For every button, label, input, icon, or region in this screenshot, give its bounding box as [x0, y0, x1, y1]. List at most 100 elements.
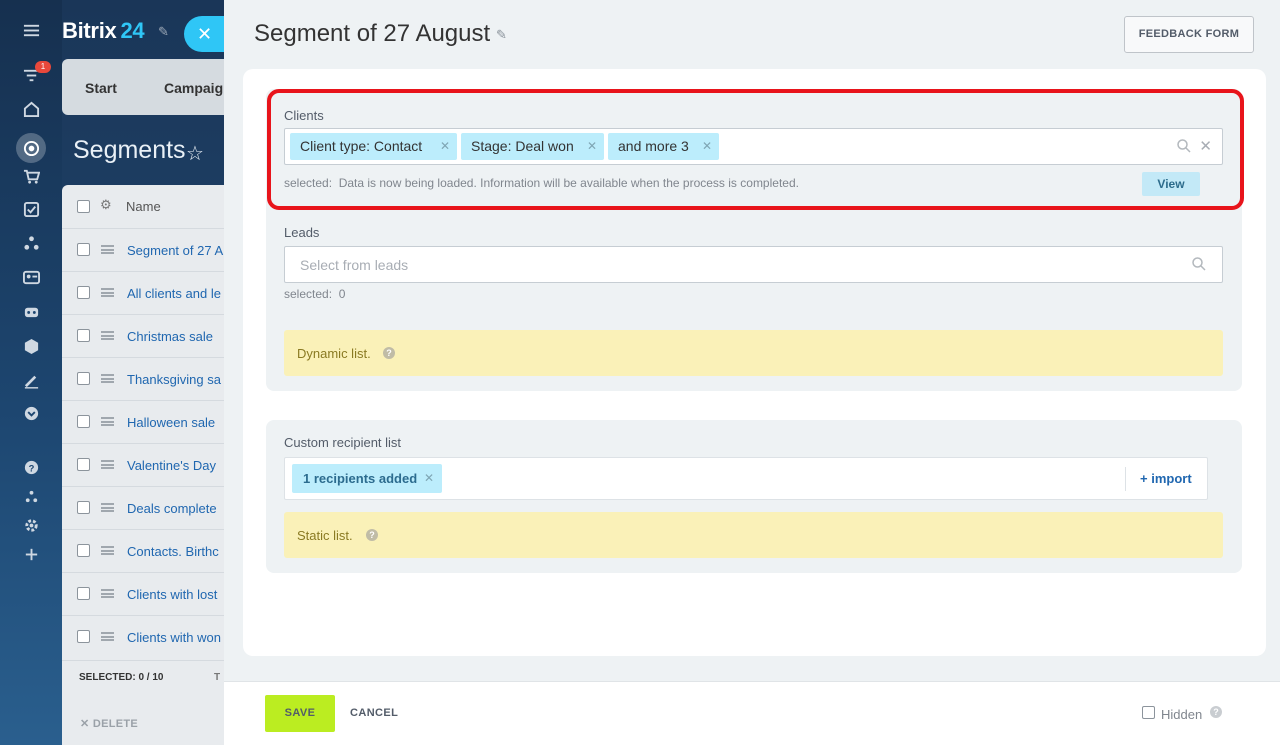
feedback-form-button[interactable]: FEEDBACK FORM	[1124, 16, 1254, 53]
row-name-link[interactable]: Clients with won	[127, 630, 221, 645]
help-icon[interactable]: ?	[1210, 706, 1222, 718]
leads-selected-status: selected: 0	[284, 287, 346, 301]
row-name-link[interactable]: Clients with lost	[127, 587, 217, 602]
dynamic-list-text: Dynamic list.	[297, 346, 371, 361]
row-name-link[interactable]: Segment of 27 A	[127, 243, 223, 258]
marketing-target-icon[interactable]	[16, 133, 46, 163]
table-row[interactable]: Clients with won	[62, 615, 232, 658]
search-icon[interactable]	[1176, 138, 1192, 154]
row-checkbox[interactable]	[77, 501, 90, 514]
leads-placeholder: Select from leads	[300, 257, 409, 273]
row-menu-icon[interactable]	[101, 245, 114, 254]
row-name-link[interactable]: All clients and le	[127, 286, 221, 301]
add-icon[interactable]	[22, 545, 40, 563]
row-menu-icon[interactable]	[101, 288, 114, 297]
table-row[interactable]: All clients and le	[62, 271, 232, 314]
tab-campaigns[interactable]: Campaig	[164, 80, 223, 96]
home-icon[interactable]	[22, 100, 40, 118]
robot-icon[interactable]	[22, 302, 40, 320]
column-header-name[interactable]: Name	[126, 199, 161, 214]
edit-logo-pencil-icon[interactable]: ✎	[158, 24, 169, 40]
row-name-link[interactable]: Valentine's Day	[127, 458, 216, 473]
clients-label: Clients	[284, 108, 324, 123]
row-menu-icon[interactable]	[101, 546, 114, 555]
chip-client-type[interactable]: Client type: Contact ✕	[290, 133, 457, 160]
remove-chip-icon[interactable]: ✕	[587, 133, 597, 160]
dynamic-list-hint: Dynamic list. ?	[284, 330, 1223, 376]
sitemap-icon[interactable]	[22, 487, 40, 505]
row-name-link[interactable]: Thanksgiving sa	[127, 372, 221, 387]
separator	[1125, 467, 1126, 491]
row-menu-icon[interactable]	[101, 503, 114, 512]
row-menu-icon[interactable]	[101, 589, 114, 598]
table-row[interactable]: Contacts. Birthc	[62, 529, 232, 572]
row-checkbox[interactable]	[77, 587, 90, 600]
menu-icon[interactable]	[22, 21, 40, 39]
row-checkbox[interactable]	[77, 415, 90, 428]
save-button[interactable]: SAVE	[265, 695, 335, 732]
row-name-link[interactable]: Halloween sale	[127, 415, 215, 430]
delete-button[interactable]: ✕ DELETE	[80, 717, 138, 730]
cart-icon[interactable]	[22, 167, 40, 185]
leads-field[interactable]: Select from leads	[284, 246, 1223, 283]
favorite-star-icon[interactable]: ☆	[186, 141, 204, 166]
table-row[interactable]: Valentine's Day	[62, 443, 232, 486]
row-name-link[interactable]: Deals complete	[127, 501, 217, 516]
notification-badge: 1	[35, 61, 51, 73]
remove-chip-icon[interactable]: ✕	[424, 464, 434, 493]
table-row[interactable]: Deals complete	[62, 486, 232, 529]
table-row[interactable]: Halloween sale	[62, 400, 232, 443]
clear-icon[interactable]: ✕	[1199, 137, 1212, 155]
row-checkbox[interactable]	[77, 544, 90, 557]
hidden-label: Hidden	[1161, 707, 1203, 722]
panel-footer: SAVE CANCEL Hidden ?	[224, 681, 1280, 745]
recipient-list-field[interactable]: 1 recipients added ✕ + import	[284, 457, 1208, 500]
table-row[interactable]: Thanksgiving sa	[62, 357, 232, 400]
table-row[interactable]: Segment of 27 A	[62, 228, 232, 271]
help-icon[interactable]: ?	[383, 347, 395, 359]
box-icon[interactable]	[22, 337, 40, 355]
clients-leads-section: Clients Client type: Contact ✕ Stage: Dea…	[266, 89, 1242, 391]
network-icon[interactable]	[22, 234, 40, 252]
row-checkbox[interactable]	[77, 329, 90, 342]
row-checkbox[interactable]	[77, 630, 90, 643]
row-checkbox[interactable]	[77, 372, 90, 385]
row-menu-icon[interactable]	[101, 374, 114, 383]
signature-icon[interactable]	[22, 371, 40, 389]
row-menu-icon[interactable]	[101, 417, 114, 426]
help-icon[interactable]: ?	[22, 458, 40, 476]
more-chevron-icon[interactable]	[22, 404, 40, 422]
contact-card-icon[interactable]	[22, 268, 40, 286]
tab-start[interactable]: Start	[85, 80, 117, 96]
tasks-icon[interactable]	[22, 200, 40, 218]
row-checkbox[interactable]	[77, 243, 90, 256]
row-name-link[interactable]: Christmas sale	[127, 329, 213, 344]
row-menu-icon[interactable]	[101, 460, 114, 469]
hidden-checkbox[interactable]	[1142, 706, 1155, 719]
row-checkbox[interactable]	[77, 458, 90, 471]
cancel-button[interactable]: CANCEL	[350, 707, 398, 719]
column-settings-gear-icon[interactable]: ⚙	[100, 197, 112, 213]
static-list-text: Static list.	[297, 528, 353, 543]
edit-title-pencil-icon[interactable]: ✎	[496, 27, 507, 43]
remove-chip-icon[interactable]: ✕	[702, 133, 712, 160]
row-name-link[interactable]: Contacts. Birthc	[127, 544, 219, 559]
settings-gear-icon[interactable]	[22, 516, 40, 534]
row-checkbox[interactable]	[77, 286, 90, 299]
search-icon[interactable]	[1191, 256, 1207, 272]
import-link[interactable]: + import	[1140, 471, 1192, 486]
row-menu-icon[interactable]	[101, 632, 114, 641]
recipients-added-chip[interactable]: 1 recipients added ✕	[292, 464, 442, 493]
clients-filter-field[interactable]: Client type: Contact ✕ Stage: Deal won ✕ a…	[284, 128, 1223, 165]
row-menu-icon[interactable]	[101, 331, 114, 340]
chip-and-more[interactable]: and more 3 ✕	[608, 133, 719, 160]
table-row[interactable]: Christmas sale	[62, 314, 232, 357]
table-row[interactable]: Clients with lost	[62, 572, 232, 615]
view-button[interactable]: View	[1142, 172, 1200, 196]
chip-stage[interactable]: Stage: Deal won ✕	[461, 133, 604, 160]
total-label: T	[214, 672, 221, 683]
segment-form-card: Clients Client type: Contact ✕ Stage: Dea…	[243, 69, 1266, 656]
select-all-checkbox[interactable]	[77, 200, 90, 213]
help-icon[interactable]: ?	[366, 529, 378, 541]
remove-chip-icon[interactable]: ✕	[440, 133, 450, 160]
